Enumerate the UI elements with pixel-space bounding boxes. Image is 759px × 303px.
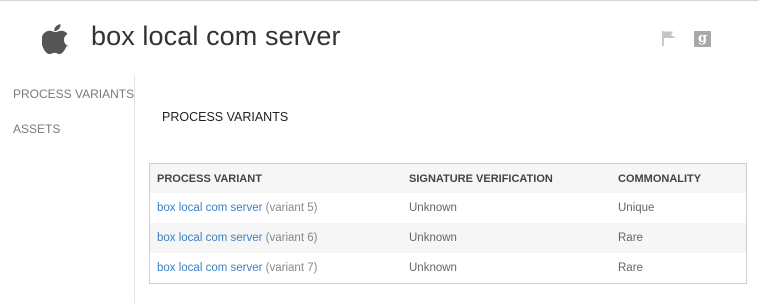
section-title: PROCESS VARIANTS (162, 110, 289, 124)
header: box local com server g (0, 1, 759, 75)
variant-cell: box local com server (variant 6) (150, 223, 402, 253)
column-header-process-variant: PROCESS VARIANT (157, 172, 262, 185)
table-row: box local com server (variant 6) Unknown… (150, 223, 746, 253)
variant-link[interactable]: box local com server (157, 262, 262, 274)
commonality-cell: Unique (611, 193, 746, 223)
process-variants-table: PROCESS VARIANT SIGNATURE VERIFICATION C… (149, 163, 747, 284)
page-title: box local com server (91, 21, 341, 51)
signature-cell: Unknown (402, 193, 611, 223)
variant-link[interactable]: box local com server (157, 232, 262, 244)
commonality-cell: Rare (611, 253, 746, 283)
variant-link[interactable]: box local com server (157, 202, 262, 214)
variant-cell: box local com server (variant 7) (150, 253, 402, 283)
signature-cell: Unknown (402, 223, 611, 253)
table-row: box local com server (variant 5) Unknown… (150, 193, 746, 223)
variant-suffix: (variant 5) (265, 202, 318, 214)
sidebar-item-process-variants[interactable]: PROCESS VARIANTS (13, 87, 134, 101)
table-header-row: PROCESS VARIANT SIGNATURE VERIFICATION C… (150, 164, 746, 193)
variant-suffix: (variant 6) (265, 232, 318, 244)
sidebar: PROCESS VARIANTS ASSETS (0, 75, 135, 303)
signature-cell: Unknown (402, 253, 611, 283)
column-header-signature-verification: SIGNATURE VERIFICATION (409, 172, 553, 185)
variant-cell: box local com server (variant 5) (150, 193, 402, 223)
apple-logo-icon (42, 24, 69, 55)
variant-suffix: (variant 7) (265, 262, 318, 274)
table-row: box local com server (variant 7) Unknown… (150, 253, 746, 283)
google-plus-glyph: g (697, 31, 708, 46)
sidebar-item-assets[interactable]: ASSETS (13, 122, 60, 136)
flag-icon[interactable] (660, 29, 680, 47)
google-plus-icon[interactable]: g (694, 31, 711, 47)
commonality-cell: Rare (611, 223, 746, 253)
column-header-commonality: COMMONALITY (618, 172, 702, 185)
